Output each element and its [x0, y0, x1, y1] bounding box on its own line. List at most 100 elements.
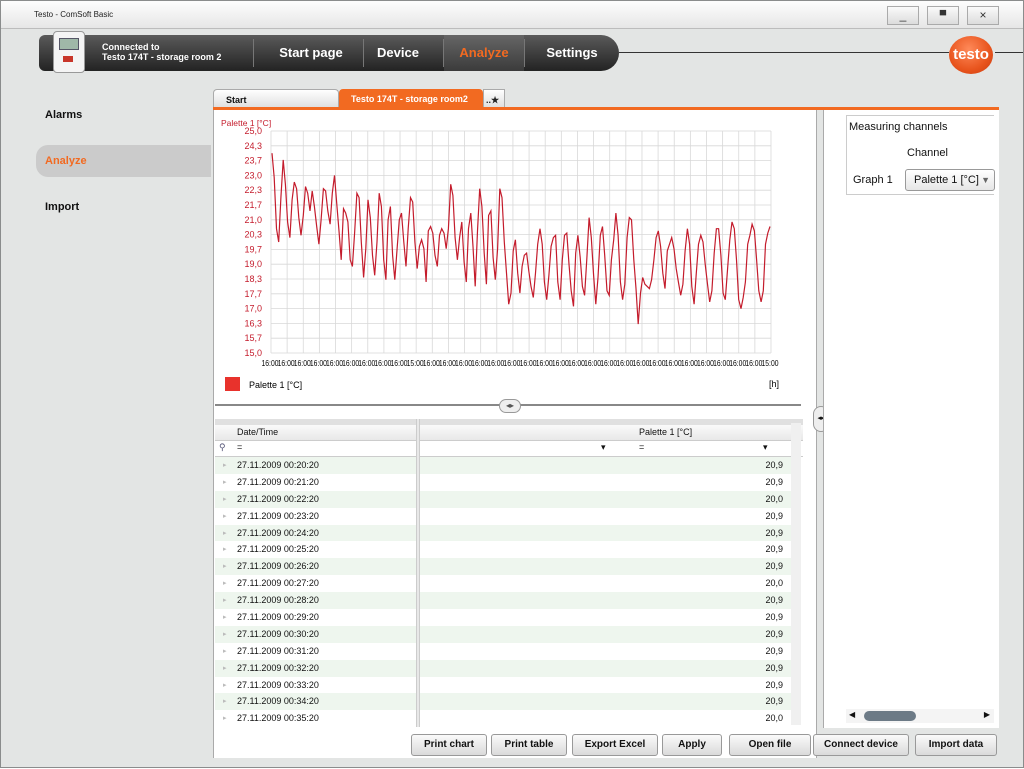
y-tick-label: 15,0	[244, 348, 262, 358]
cell-value: 20,9	[765, 561, 783, 572]
testo-logo: testo	[949, 36, 993, 74]
y-tick-label: 17,0	[244, 304, 262, 314]
series-line-palette-1	[271, 153, 771, 325]
col-header-datetime[interactable]: Date/Time	[237, 427, 278, 437]
import-data-button[interactable]: Import data	[915, 734, 997, 756]
y-tick-label: 17,7	[244, 289, 262, 299]
scroll-left-icon[interactable]: ◀	[849, 710, 855, 719]
row-indicator-icon: ▸	[223, 462, 227, 469]
x-tick-label: 16:00	[665, 358, 682, 368]
splitter-handle-icon[interactable]: ◂▸	[499, 399, 521, 413]
tab-new[interactable]: ..★	[483, 89, 505, 109]
filter-icon[interactable]: ⚲	[219, 442, 226, 453]
table-row[interactable]: ▸ 27.11.2009 00:23:20 20,9	[215, 508, 793, 525]
row-indicator-icon: ▸	[223, 512, 227, 520]
nav-analyze[interactable]: Analyze	[444, 35, 524, 71]
maximize-button[interactable]: ▀	[927, 6, 959, 25]
title-bar: Testo - ComSoft Basic _ ▀ ×	[1, 1, 1023, 29]
x-tick-label: 16:00	[487, 358, 504, 368]
tab-storage-room[interactable]: Testo 174T - storage room2	[339, 89, 483, 109]
chart-svg: Palette 1 [°C] 25,0 24,3 23,7 23,0 22,3 21,7 2…	[221, 118, 779, 391]
cell-datetime: 27.11.2009 00:35:20	[237, 713, 319, 724]
cell-datetime: 27.11.2009 00:31:20	[237, 645, 319, 656]
y-tick-label: 15,7	[244, 333, 262, 343]
nav-start-page[interactable]: Start page	[261, 35, 361, 71]
sidebar-item-alarms[interactable]: Alarms	[36, 99, 211, 131]
nav-settings[interactable]: Settings	[529, 35, 615, 71]
export-excel-button[interactable]: Export Excel	[572, 734, 658, 756]
y-tick-label: 23,0	[244, 170, 262, 180]
cell-value: 20,9	[765, 460, 783, 470]
table-row[interactable]: ▸ 27.11.2009 00:30:20 20,9	[215, 625, 793, 643]
row-indicator-icon: ▸	[223, 563, 227, 571]
nav-device[interactable]: Device	[365, 35, 431, 71]
scroll-thumb[interactable]	[864, 711, 916, 721]
cell-value: 20,9	[765, 510, 783, 521]
x-tick-label: 16:00	[649, 358, 666, 368]
table-scrollbar[interactable]	[791, 423, 801, 725]
tab-start[interactable]: Start	[213, 89, 339, 109]
y-tick-label: 25,0	[244, 126, 262, 136]
filter-datetime[interactable]: =	[237, 442, 242, 452]
graph-channel-select[interactable]: Palette 1 [°C] ▼	[905, 169, 995, 191]
table-row[interactable]: ▸ 27.11.2009 00:34:20 20,9	[215, 693, 793, 711]
window-title: Testo - ComSoft Basic	[34, 10, 114, 19]
filter-value-dropdown-icon[interactable]: ▾	[763, 442, 768, 453]
table-row[interactable]: ▸ 27.11.2009 00:21:20 20,9	[215, 474, 793, 491]
table-row[interactable]: ▸ 27.11.2009 00:29:20 20,9	[215, 609, 793, 626]
table-row[interactable]: ▸ 27.11.2009 00:33:20 20,9	[215, 677, 793, 694]
x-tick-label: 16:00	[600, 358, 617, 368]
cell-datetime: 27.11.2009 00:28:20	[237, 595, 319, 606]
y-tick-label: 19,7	[244, 244, 262, 254]
x-tick-label: 16:00	[471, 358, 488, 368]
print-chart-button[interactable]: Print chart	[411, 734, 487, 756]
filter-datetime-dropdown-icon[interactable]: ▾	[601, 442, 606, 453]
table-row[interactable]: ▸ 27.11.2009 00:31:20 20,9	[215, 643, 793, 660]
col-header-value[interactable]: Palette 1 [°C]	[639, 427, 692, 437]
x-tick-label: 16:00	[632, 358, 649, 368]
table-row[interactable]: ▸ 27.11.2009 00:24:20 20,9	[215, 524, 793, 542]
x-tick-label: 16:00	[342, 358, 359, 368]
table-row[interactable]: ▸ 27.11.2009 00:25:20 20,9	[215, 541, 793, 558]
x-tick-label: 16:00	[358, 358, 375, 368]
right-panel-scrollbar[interactable]: ◀ ▶	[846, 709, 994, 723]
table-row[interactable]: ▸ 27.11.2009 00:26:20 20,9	[215, 558, 793, 576]
filter-value[interactable]: =	[639, 442, 644, 452]
x-tick-label: 16:00	[278, 358, 295, 368]
x-tick-label: 16:00	[729, 358, 746, 368]
table-header: Date/Time Palette 1 [°C]	[215, 419, 803, 441]
y-tick-label: 18,3	[244, 274, 262, 284]
row-indicator-icon: ▸	[223, 546, 227, 554]
table-row[interactable]: ▸ 27.11.2009 00:32:20 20,9	[215, 659, 793, 677]
cell-datetime: 27.11.2009 00:34:20	[237, 696, 319, 707]
y-tick-label: 21,7	[244, 200, 262, 210]
channel-label: Channel	[907, 147, 948, 159]
print-table-button[interactable]: Print table	[491, 734, 567, 756]
open-file-button[interactable]: Open file	[729, 734, 811, 756]
x-tick-label: 15:00	[762, 358, 779, 368]
table-row[interactable]: ▸ 27.11.2009 00:35:20 20,0	[215, 710, 793, 727]
table-rows: ▸ 27.11.2009 00:20:20 20,9 ▸ 27.11.2009 00:2…	[215, 457, 793, 727]
filter-row: ⚲ = ▾ = ▾	[215, 441, 803, 457]
cell-value: 20,0	[765, 713, 783, 724]
sidebar-item-analyze[interactable]: Analyze	[36, 145, 211, 177]
table-row[interactable]: ▸ 27.11.2009 00:20:20 20,9	[215, 457, 793, 474]
row-indicator-icon: ▸	[223, 630, 227, 638]
minimize-button[interactable]: _	[887, 6, 919, 25]
cell-datetime: 27.11.2009 00:21:20	[237, 476, 319, 487]
table-row[interactable]: ▸ 27.11.2009 00:27:20 20,0	[215, 575, 793, 592]
y-tick-label: 20,3	[244, 230, 262, 240]
sidebar-item-import[interactable]: Import	[36, 191, 211, 223]
connect-device-button[interactable]: Connect device	[813, 734, 909, 756]
apply-button[interactable]: Apply	[662, 734, 722, 756]
x-tick-label: 16:00	[294, 358, 311, 368]
temperature-chart[interactable]: Palette 1 [°C] 25,0 24,3 23,7 23,0 22,3 21,7 2…	[215, 113, 815, 403]
table-row[interactable]: ▸ 27.11.2009 00:22:20 20,0	[215, 490, 793, 508]
app-window: Testo - ComSoft Basic _ ▀ × Connected to…	[0, 0, 1024, 768]
right-panel	[823, 110, 999, 728]
graph-label: Graph 1	[853, 174, 893, 186]
row-indicator-icon: ▸	[223, 580, 227, 588]
scroll-right-icon[interactable]: ▶	[984, 710, 990, 719]
close-button[interactable]: ×	[967, 6, 999, 25]
table-row[interactable]: ▸ 27.11.2009 00:28:20 20,9	[215, 592, 793, 610]
